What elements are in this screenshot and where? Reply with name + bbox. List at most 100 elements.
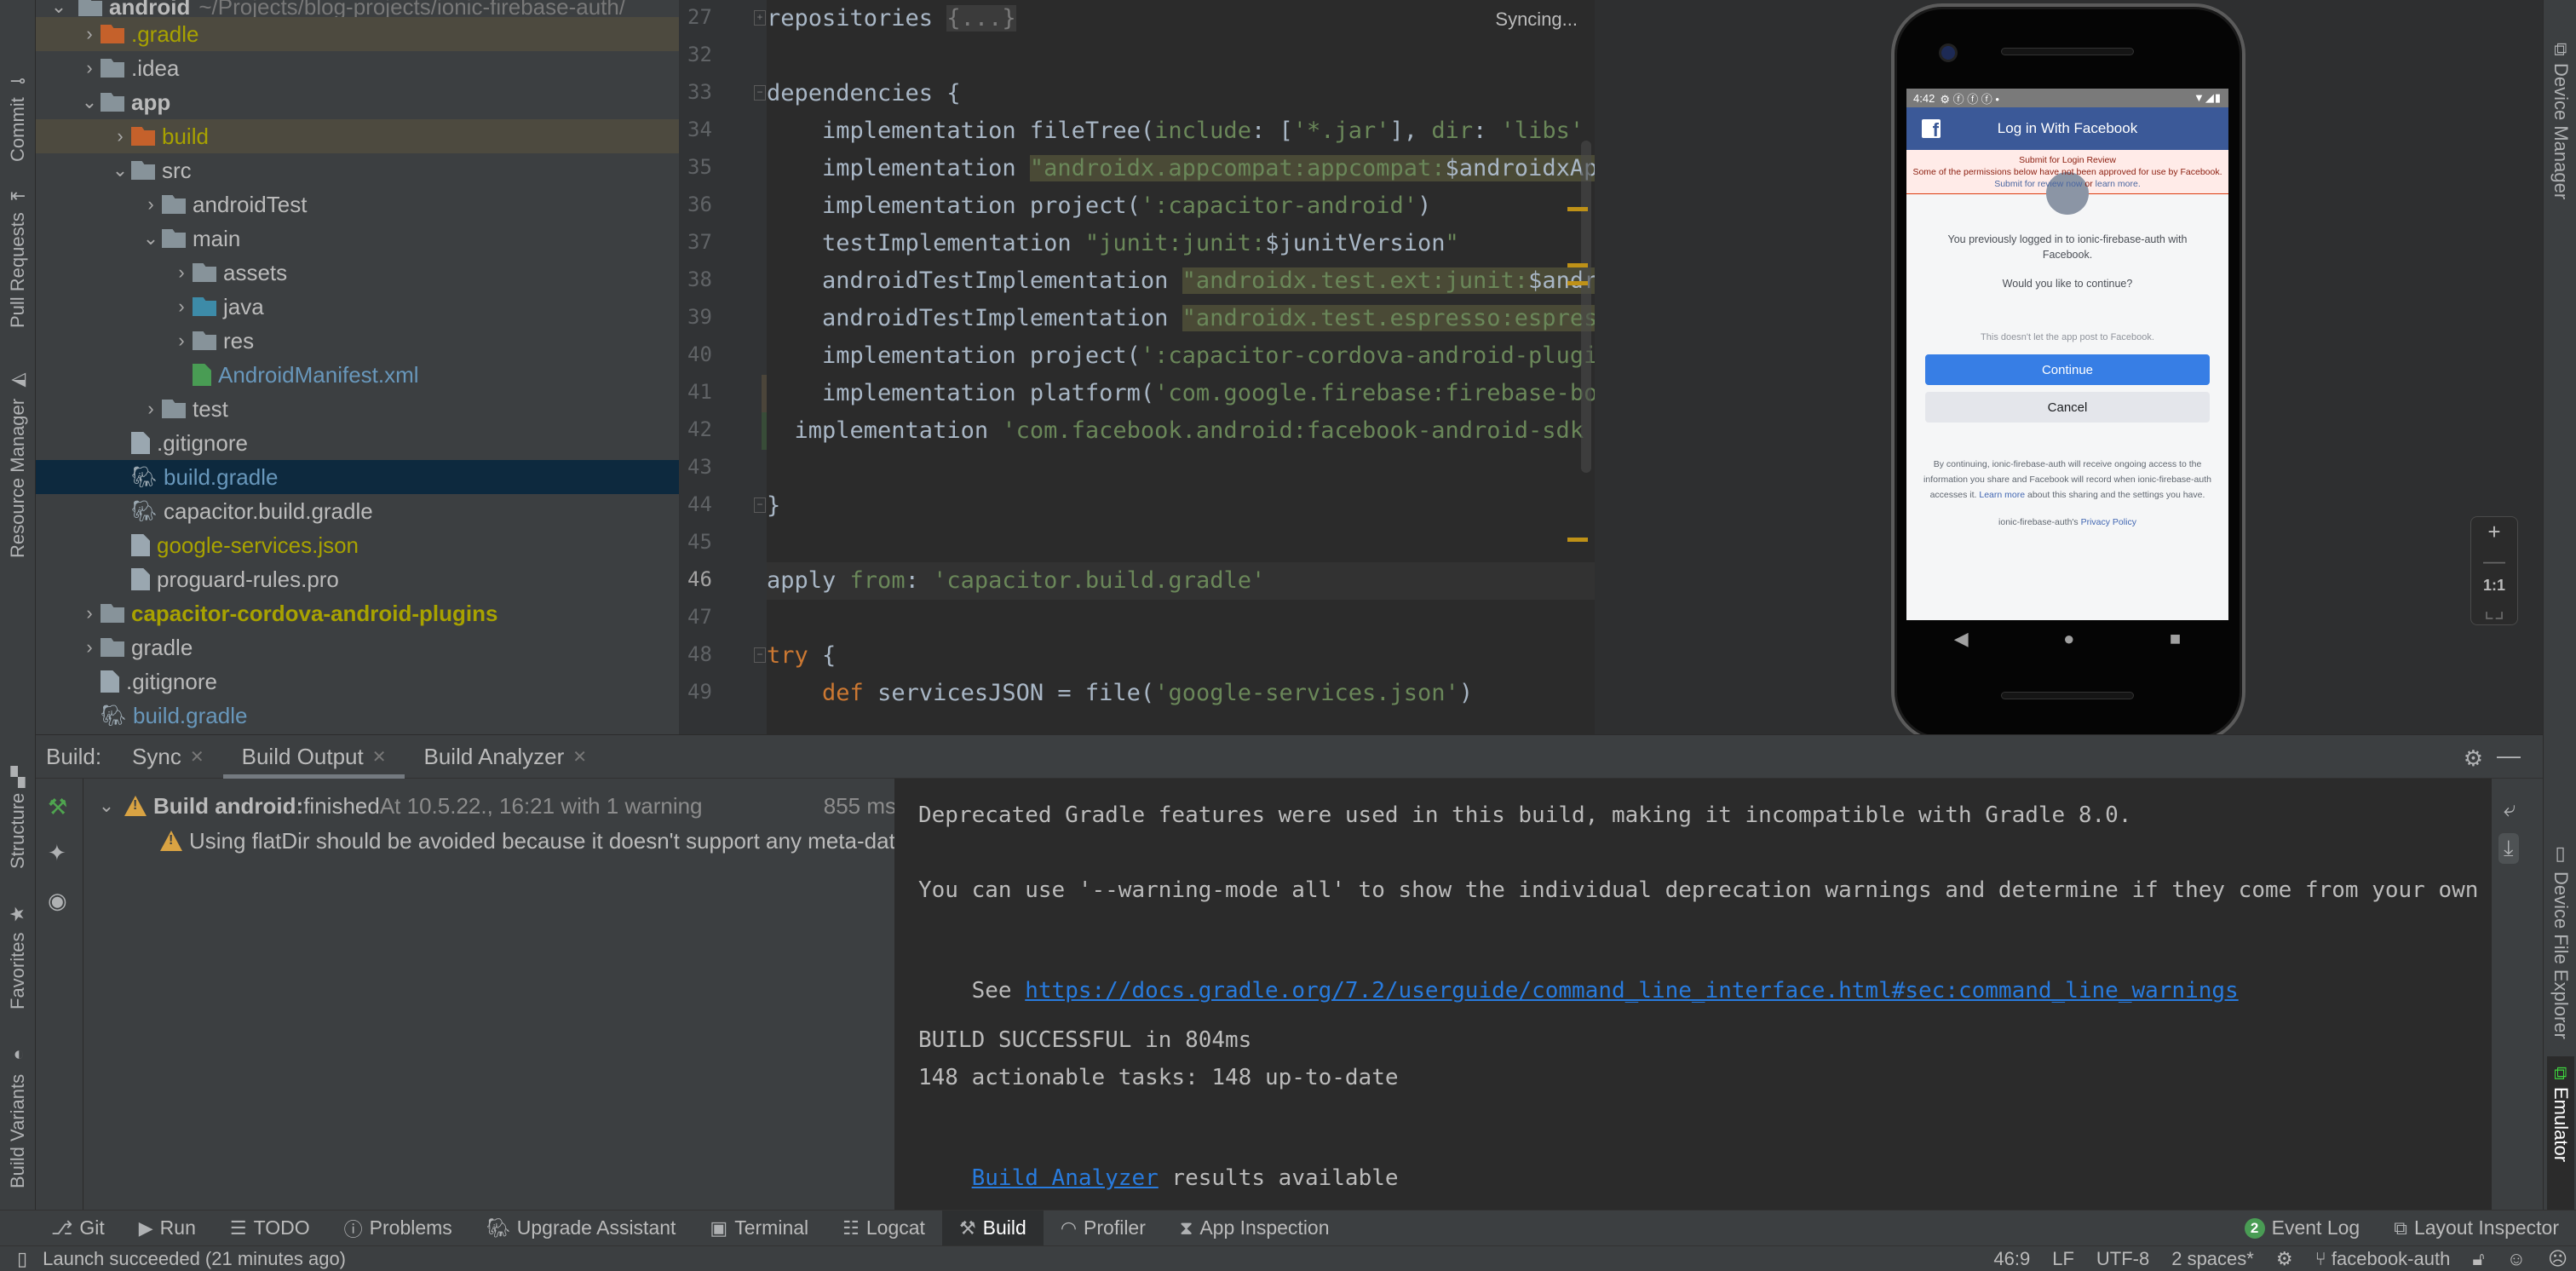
close-icon[interactable]: ✕ (190, 746, 204, 768)
chevron-right-icon[interactable]: › (170, 262, 193, 284)
zoom-fit-button[interactable]: ⌞⌟ (2484, 597, 2504, 624)
tool-tab-structure[interactable]: ▚ Structure (3, 750, 32, 869)
zoom-out-button[interactable]: — (2483, 548, 2505, 574)
zoom-actual-size-button[interactable]: 1:1 (2483, 577, 2505, 595)
line-number[interactable]: 41 (687, 380, 739, 404)
code-line[interactable] (767, 525, 1595, 562)
git-branch[interactable]: ⑂ facebook-auth (2315, 1248, 2451, 1270)
line-number[interactable]: 37 (687, 230, 739, 254)
build-output-console[interactable]: Deprecated Gradle features were used in … (894, 779, 2492, 1210)
minimize-icon[interactable]: — (2497, 742, 2521, 769)
line-separator[interactable]: LF (2052, 1248, 2074, 1270)
tree-item[interactable]: 🐘︎ build.gradle (36, 460, 679, 494)
tool-tab-commit[interactable]: ⊸ Commit (3, 34, 32, 162)
line-number[interactable]: 49 (687, 680, 739, 704)
line-number[interactable]: 32 (687, 43, 739, 66)
feedback-happy-icon[interactable]: ☺ (2507, 1248, 2526, 1270)
chevron-down-icon[interactable]: ⌄ (109, 159, 131, 181)
tree-item[interactable]: .gitignore (36, 664, 679, 699)
scroll-to-end-icon[interactable]: ⤓ (2498, 833, 2519, 864)
tab-sync[interactable]: Sync ✕ (113, 734, 223, 779)
chevron-right-icon[interactable]: › (170, 330, 193, 352)
code-line[interactable]: implementation project(':capacitor-andro… (767, 187, 1595, 225)
line-number[interactable]: 38 (687, 267, 739, 291)
back-icon[interactable]: ◀ (1954, 628, 1969, 650)
tree-item[interactable]: › res (36, 324, 679, 358)
tool-window-run[interactable]: ▶ Run (122, 1211, 213, 1246)
tool-tab-emulator[interactable]: ⧉ Emulator (2547, 1056, 2574, 1210)
code-line[interactable] (767, 600, 1595, 637)
line-number[interactable]: 44 (687, 492, 739, 516)
tab-build-output[interactable]: Build Output ✕ (222, 734, 405, 779)
warning-stripe[interactable] (1567, 281, 1588, 285)
line-number[interactable]: 36 (687, 193, 739, 216)
code-line[interactable]: testImplementation "junit:junit:$junitVe… (767, 225, 1595, 262)
build-warning-row[interactable]: Using flatDir should be avoided because … (160, 824, 894, 858)
tree-item[interactable]: ⌄ main (36, 221, 679, 256)
editor-scrollbar[interactable] (1581, 141, 1591, 473)
warning-stripe[interactable] (1567, 538, 1588, 542)
tool-window-logcat[interactable]: ☷ Logcat (825, 1211, 942, 1246)
tree-item[interactable]: AndroidManifest.xml (36, 358, 679, 392)
chevron-right-icon[interactable]: › (140, 193, 162, 216)
chevron-down-icon[interactable]: ⌄ (78, 91, 101, 113)
learn-more-sharing-link[interactable]: Learn more (1979, 490, 2025, 500)
tree-item[interactable]: 🐘︎ capacitor.build.gradle (36, 494, 679, 528)
warning-stripe[interactable] (1567, 207, 1588, 211)
tree-item[interactable]: › test (36, 392, 679, 426)
tree-item[interactable]: › .gradle (36, 17, 679, 51)
tree-item[interactable]: › .idea (36, 51, 679, 85)
tool-tab-device-manager[interactable]: ⧉ Device Manager (2547, 43, 2574, 213)
line-number[interactable]: 45 (687, 530, 739, 554)
tree-item[interactable]: › build (36, 119, 679, 153)
tool-tab-device-file-explorer[interactable]: ▯ Device File Explorer (2547, 843, 2574, 1048)
tree-item[interactable]: ⌄ app (36, 85, 679, 119)
code-line[interactable]: apply from: 'capacitor.build.gradle' (767, 562, 1595, 600)
line-number[interactable]: 40 (687, 342, 739, 366)
line-number[interactable]: 43 (687, 455, 739, 479)
chevron-right-icon[interactable]: › (170, 296, 193, 318)
line-number[interactable]: 42 (687, 417, 739, 441)
chevron-down-icon[interactable]: ⌄ (140, 227, 162, 250)
close-icon[interactable]: ✕ (372, 746, 387, 768)
indent-setting[interactable]: 2 spaces* (2171, 1248, 2254, 1270)
tool-window-build[interactable]: ⚒ Build (941, 1210, 1044, 1246)
file-settings-icon[interactable]: ⚙ (2276, 1248, 2293, 1270)
code-line[interactable]: androidTestImplementation "androidx.test… (767, 300, 1595, 337)
pin-icon[interactable]: ✦ (48, 840, 66, 866)
tree-item[interactable]: › assets (36, 256, 679, 290)
code-line[interactable]: implementation platform('com.google.fire… (767, 375, 1595, 412)
submit-review-link[interactable]: Submit for review now (1994, 179, 2082, 189)
lock-icon[interactable]: 🔓︎ (2472, 1248, 2484, 1270)
fold-collapse-icon[interactable]: − (754, 85, 766, 101)
tab-build-analyzer[interactable]: Build Analyzer ✕ (405, 734, 606, 779)
tree-item[interactable]: › androidTest (36, 187, 679, 221)
chevron-down-icon[interactable]: ⌄ (48, 0, 70, 18)
line-number[interactable]: 47 (687, 605, 739, 629)
tree-item[interactable]: 🐘︎ build.gradle (36, 699, 679, 733)
code-line[interactable]: androidTestImplementation "androidx.test… (767, 262, 1595, 300)
fold-expand-icon[interactable]: + (754, 10, 766, 26)
warning-stripe[interactable] (1567, 263, 1588, 267)
tree-item[interactable]: .gitignore (36, 426, 679, 460)
chevron-right-icon[interactable]: › (78, 602, 101, 624)
home-icon[interactable]: ● (2063, 628, 2074, 650)
status-message[interactable]: Launch succeeded (21 minutes ago) (43, 1248, 346, 1270)
tool-window-todo[interactable]: ☰ TODO (213, 1211, 327, 1246)
tool-window-app-inspection[interactable]: ⧗ App Inspection (1163, 1211, 1347, 1246)
cancel-button[interactable]: Cancel (1925, 392, 2210, 423)
tree-item[interactable]: › capacitor-cordova-android-plugins (36, 596, 679, 630)
code-line[interactable]: } (767, 487, 1595, 525)
code-line[interactable]: def servicesJSON = file('google-services… (767, 675, 1595, 712)
line-number[interactable]: 34 (687, 118, 739, 141)
tool-window-layout-inspector[interactable]: ⧉ Layout Inspector (2377, 1211, 2576, 1246)
line-number[interactable]: 48 (687, 642, 739, 666)
eye-icon[interactable]: ◉ (48, 888, 67, 914)
code-line[interactable]: repositories {...} (767, 0, 1595, 37)
tool-tab-pull-requests[interactable]: ⇤ Pull Requests (3, 175, 32, 328)
caret-position[interactable]: 46:9 (1993, 1248, 2030, 1270)
build-root-row[interactable]: ⌄ Build android: finished At 10.5.22., 1… (95, 789, 894, 823)
line-number[interactable]: 46 (687, 567, 739, 591)
code-line[interactable] (767, 37, 1595, 75)
learn-more-link[interactable]: learn more. (2096, 179, 2141, 189)
